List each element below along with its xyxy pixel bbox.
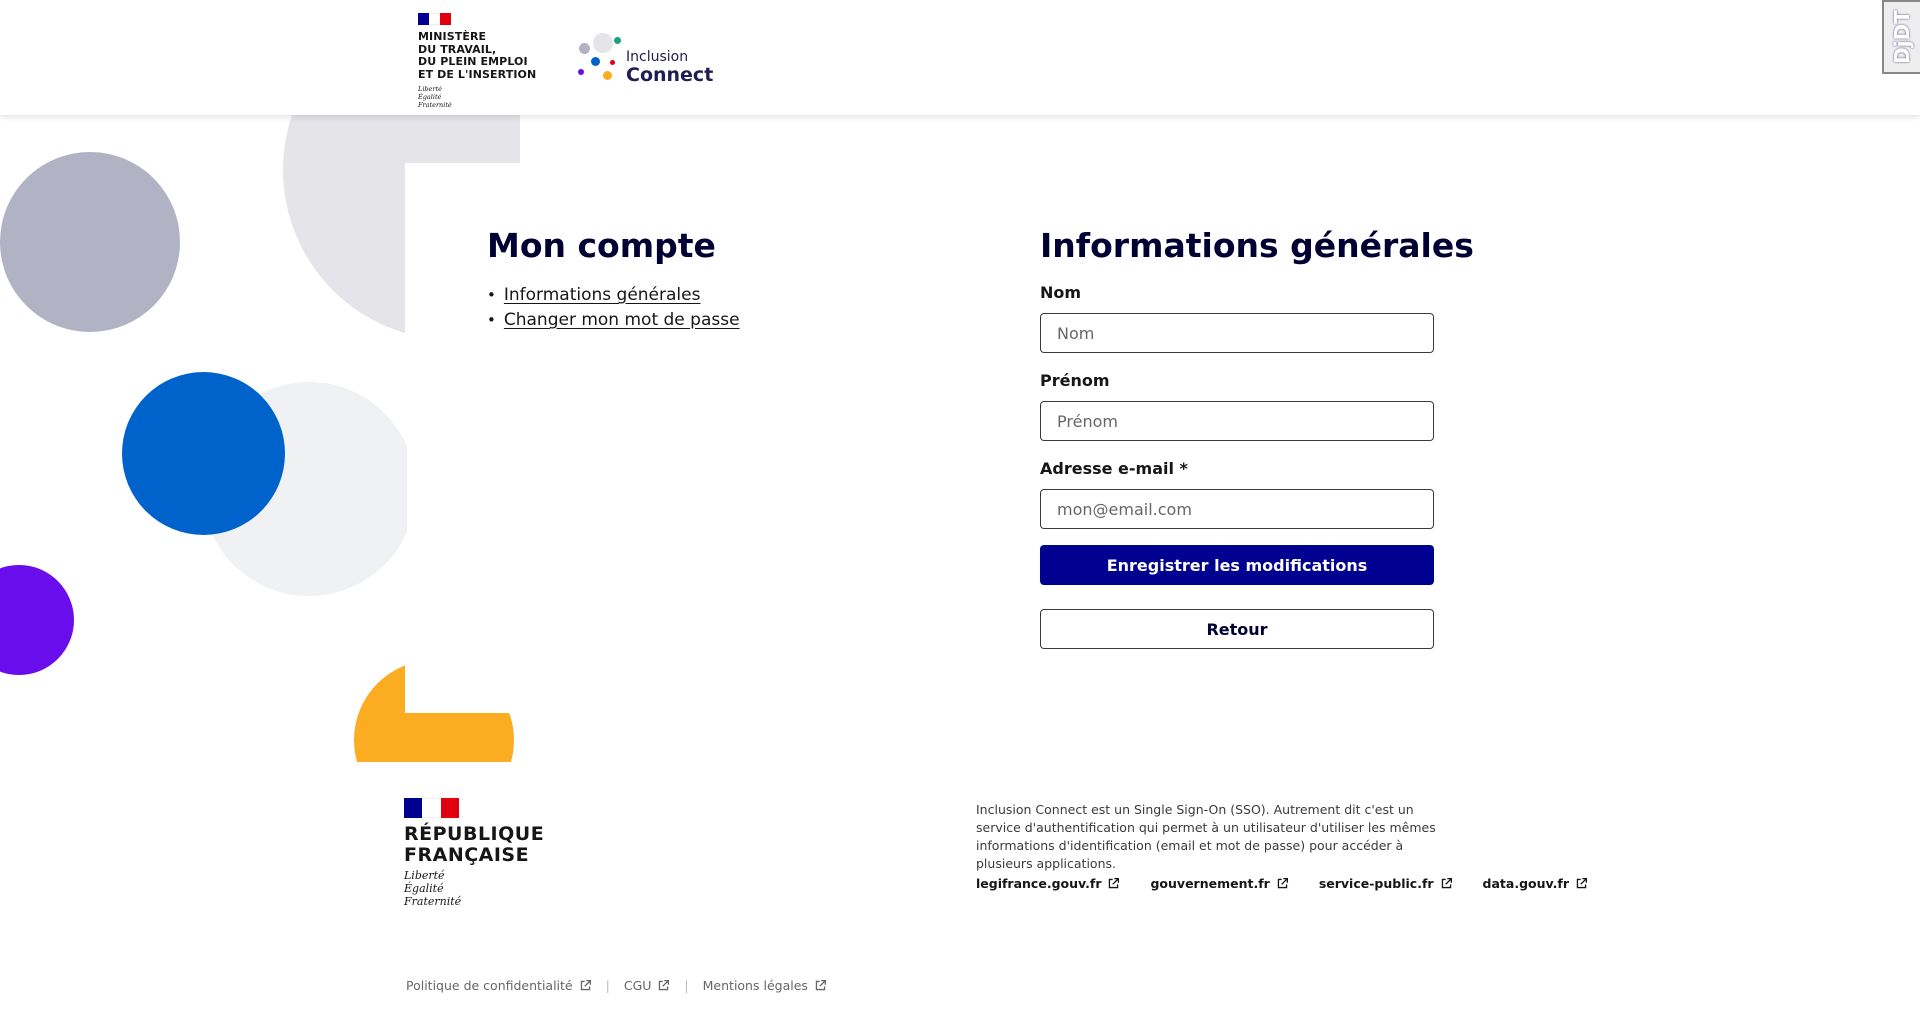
- footer-partner-links: legifrance.gouv.fr gouvernement.fr servi…: [976, 876, 1588, 891]
- blue-circle-shape: [122, 372, 285, 535]
- external-link-icon: [580, 979, 591, 991]
- external-link-icon: [659, 979, 670, 991]
- decorative-shapes: [0, 115, 520, 762]
- last-name-input[interactable]: [1040, 313, 1434, 353]
- footer-link-label: legifrance.gouv.fr: [976, 876, 1102, 891]
- republique-francaise-logo[interactable]: RÉPUBLIQUE FRANÇAISE Liberté Égalité Fra…: [404, 798, 544, 908]
- ministry-name: MINISTÈRE DU TRAVAIL, DU PLEIN EMPLOI ET…: [418, 30, 537, 81]
- footer-bottom-links: Politique de confidentialité | CGU | Men…: [406, 978, 827, 993]
- marianne-flag-icon: [418, 13, 451, 25]
- separator: |: [684, 978, 689, 993]
- footer-link-legifrance[interactable]: legifrance.gouv.fr: [976, 876, 1120, 891]
- footer-link-gouvernement[interactable]: gouvernement.fr: [1150, 876, 1288, 891]
- footer-link-data-gouv[interactable]: data.gouv.fr: [1483, 876, 1588, 891]
- footer-link-label: gouvernement.fr: [1150, 876, 1270, 891]
- privacy-policy-link[interactable]: Politique de confidentialité: [406, 978, 592, 993]
- first-name-label: Prénom: [1040, 371, 1110, 390]
- external-link-icon: [1277, 877, 1288, 889]
- external-link-icon: [1576, 877, 1588, 889]
- brand-small-text: Inclusion: [626, 49, 689, 65]
- save-button[interactable]: Enregistrer les modifications: [1040, 545, 1434, 585]
- site-header: MINISTÈRE DU TRAVAIL, DU PLEIN EMPLOI ET…: [0, 0, 1920, 115]
- email-input[interactable]: [1040, 489, 1434, 529]
- footer-link-service-public[interactable]: service-public.fr: [1319, 876, 1453, 891]
- first-name-input[interactable]: [1040, 401, 1434, 441]
- account-nav: Informations générales Changer mon mot d…: [487, 283, 740, 333]
- nav-link-general-info[interactable]: Informations générales: [504, 283, 701, 308]
- republic-name: RÉPUBLIQUE FRANÇAISE: [404, 823, 545, 866]
- bottom-link-label: CGU: [623, 978, 652, 993]
- republic-motto: Liberté Égalité Fraternité: [404, 869, 462, 908]
- account-title: Mon compte: [487, 226, 716, 265]
- separator: |: [605, 978, 610, 993]
- external-link-icon: [1109, 877, 1120, 889]
- nav-item-general-info: Informations générales: [487, 283, 740, 308]
- violet-circle-shape: [0, 565, 74, 675]
- ministry-motto: Liberté Égalité Fraternité: [418, 85, 452, 109]
- cgu-link[interactable]: CGU: [624, 978, 671, 993]
- external-link-icon: [1441, 877, 1452, 889]
- email-label: Adresse e-mail *: [1040, 459, 1188, 478]
- legal-notice-link[interactable]: Mentions légales: [703, 978, 827, 993]
- debug-toolbar-handle[interactable]: DjDT: [1882, 0, 1920, 74]
- brand-large-text: Connect: [626, 64, 714, 86]
- nav-link-change-password[interactable]: Changer mon mot de passe: [504, 308, 740, 333]
- ministry-logo[interactable]: MINISTÈRE DU TRAVAIL, DU PLEIN EMPLOI ET…: [418, 13, 548, 109]
- grey-circle-shape: [0, 152, 180, 332]
- debug-toolbar-label: DjDT: [1890, 10, 1915, 64]
- footer-description: Inclusion Connect est un Single Sign-On …: [976, 802, 1436, 871]
- bottom-link-label: Mentions légales: [702, 978, 808, 993]
- nav-item-change-password: Changer mon mot de passe: [487, 308, 740, 333]
- form-title: Informations générales: [1040, 226, 1474, 265]
- external-link-icon: [815, 979, 826, 991]
- footer-link-label: data.gouv.fr: [1482, 876, 1570, 891]
- back-button[interactable]: Retour: [1040, 609, 1434, 649]
- last-name-label: Nom: [1040, 283, 1082, 302]
- footer-link-label: service-public.fr: [1318, 876, 1434, 891]
- bottom-link-label: Politique de confidentialité: [406, 978, 573, 993]
- yellow-cutout-mask: [405, 645, 520, 713]
- marianne-flag-icon: [404, 798, 459, 818]
- inclusion-connect-logo[interactable]: Inclusion Connect: [575, 33, 715, 86]
